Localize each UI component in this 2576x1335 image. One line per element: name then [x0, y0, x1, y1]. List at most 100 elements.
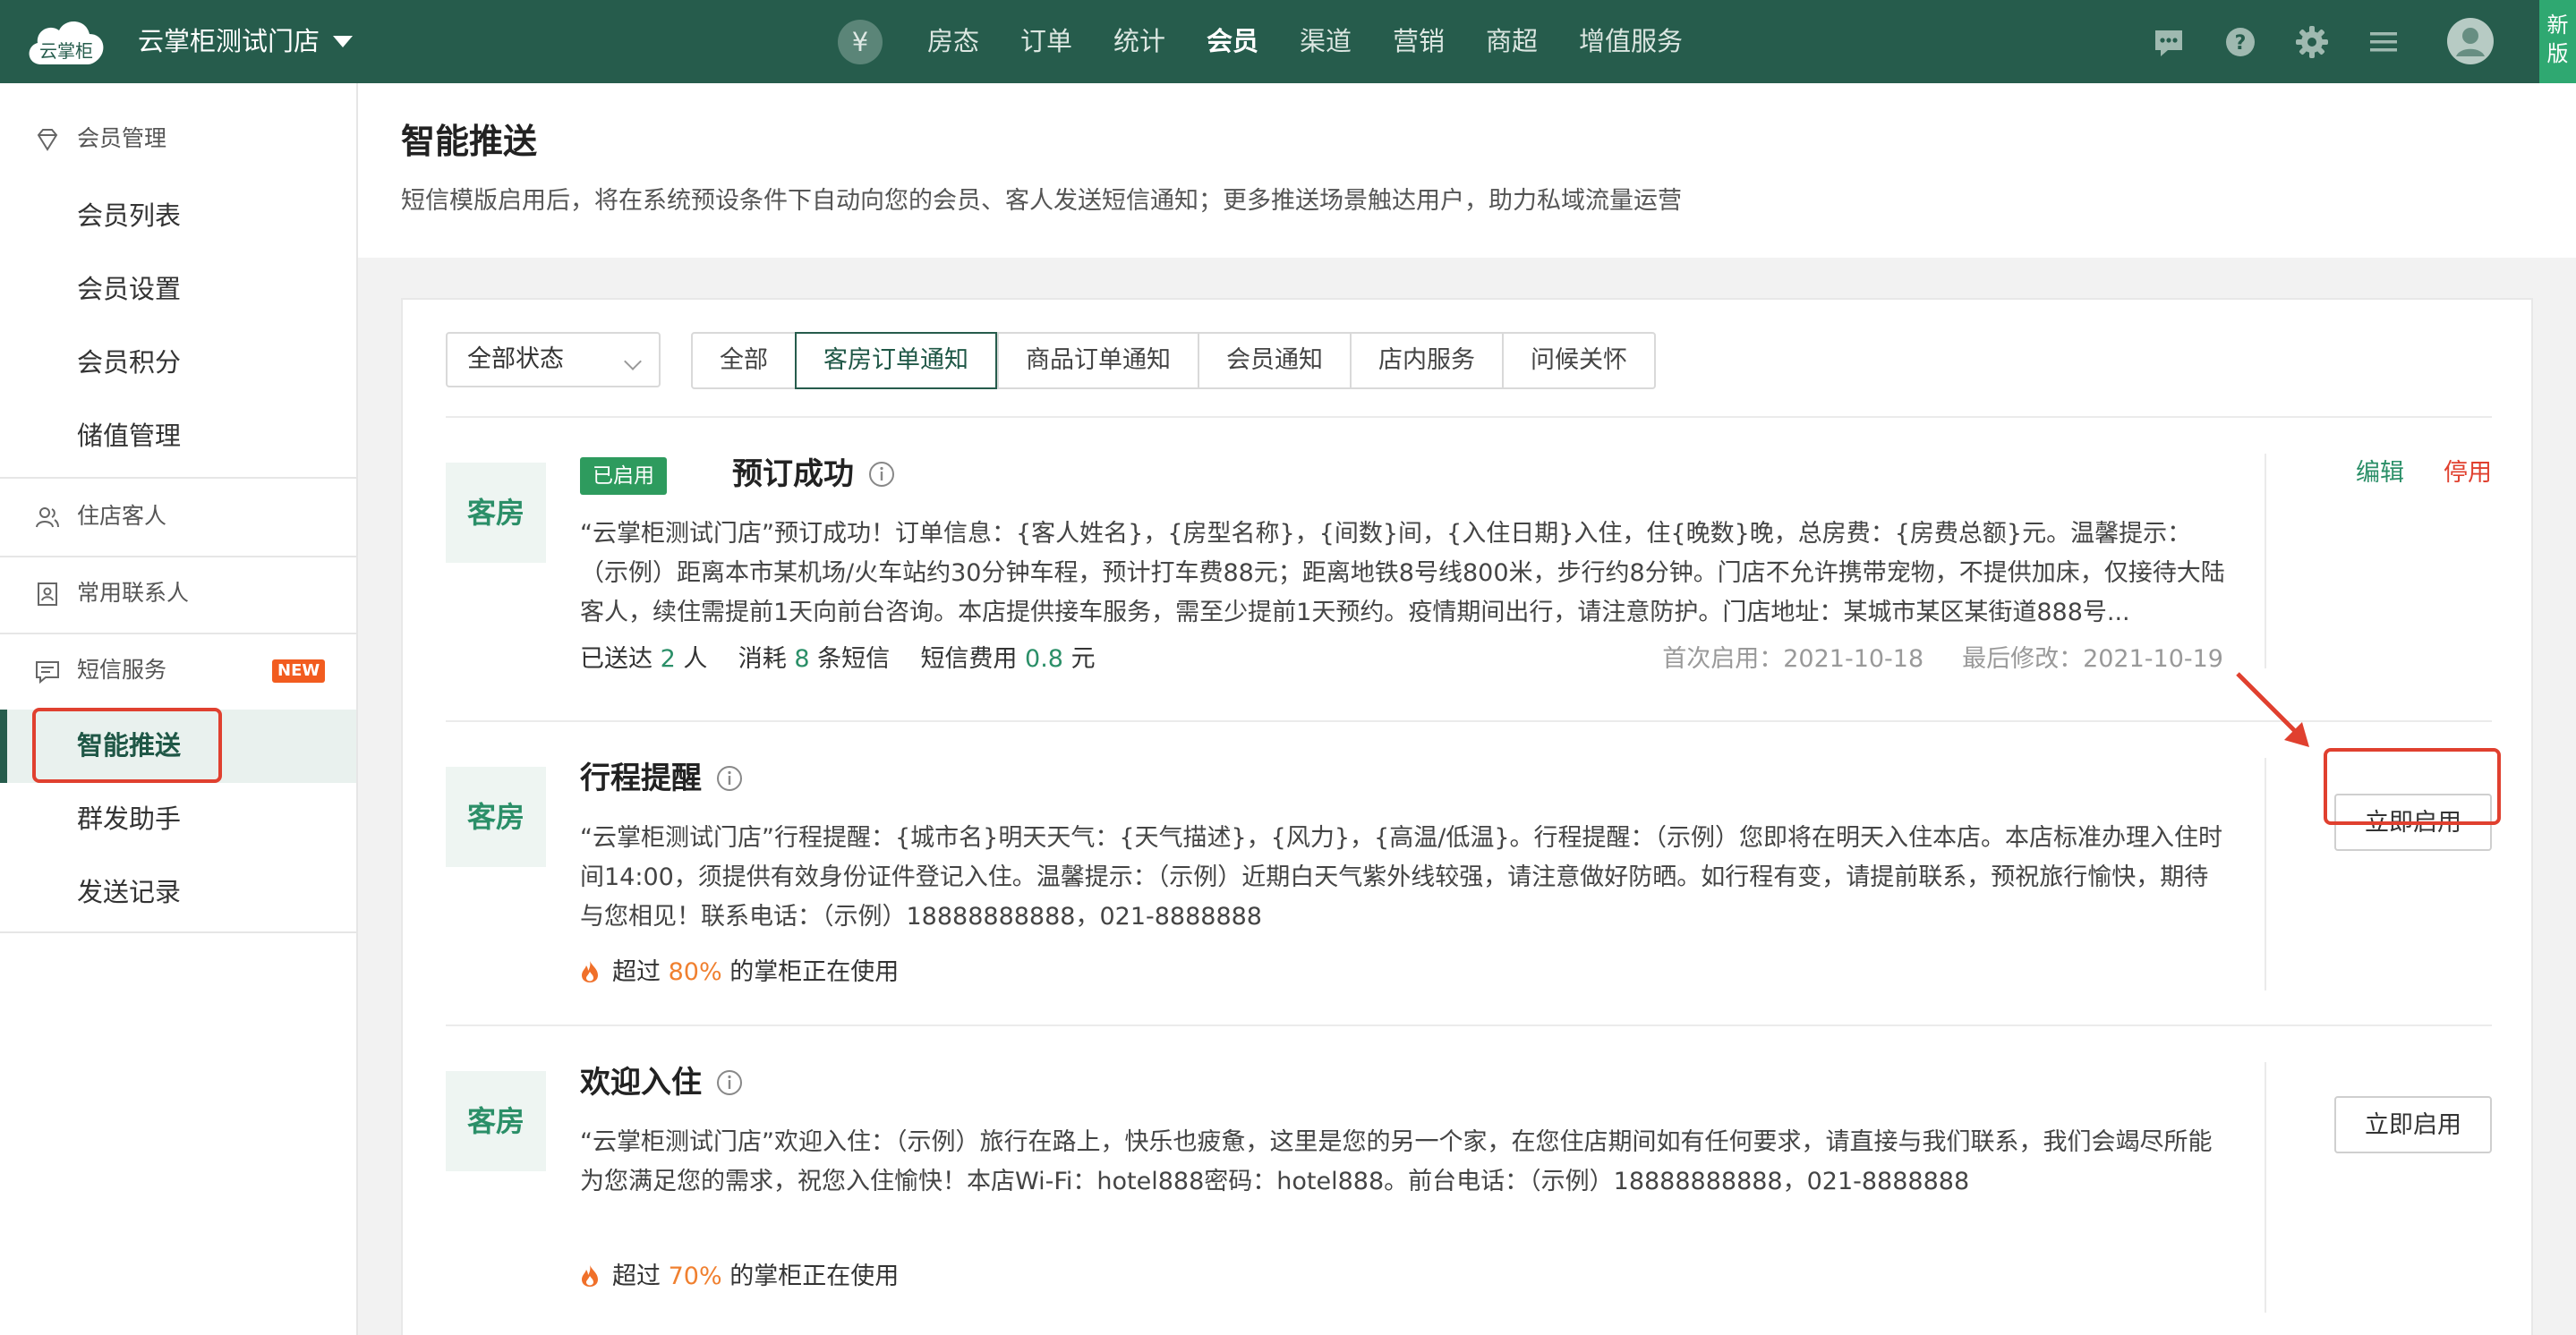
nav-value-added-services[interactable]: 增值服务: [1579, 23, 1683, 59]
nav-statistics[interactable]: 统计: [1113, 23, 1165, 59]
user-avatar-icon[interactable]: [2445, 16, 2495, 66]
svg-text:?: ?: [2235, 32, 2247, 55]
guest-icon: [36, 507, 59, 528]
template-item-trip-reminder: 客房 行程提醒 “云掌柜测试门店”行程提醒：{城市名}明天天气：{天气描述}，{…: [446, 758, 2492, 991]
sidebar-item-label: 会员列表: [77, 200, 182, 231]
new-version-switch[interactable]: 新版: [2539, 0, 2576, 83]
usage-prefix: 超过: [612, 1263, 661, 1290]
sidebar-item-send-records[interactable]: 发送记录: [0, 856, 356, 930]
sidebar-group-sms-service[interactable]: 短信服务 NEW: [0, 633, 356, 710]
room-type-tag: 客房: [446, 767, 546, 867]
fee-unit: 元: [1070, 645, 1096, 673]
column-divider: [2265, 758, 2266, 991]
annotation-arrow-icon: [2236, 672, 2309, 747]
store-name[interactable]: 云掌柜测试门店: [138, 23, 320, 59]
usage-percent: 80%: [668, 958, 722, 986]
store-switch-caret-icon[interactable]: [333, 36, 353, 47]
top-navigation-bar: 云掌柜 云掌柜测试门店 ¥ 房态 订单 统计 会员 渠道 营销 商超 增值服务 …: [0, 0, 2576, 83]
sidebar-item-label: 储值管理: [77, 421, 182, 451]
sidebar-item-in-house-guests[interactable]: 住店客人: [0, 479, 356, 556]
consume-count: 8: [794, 645, 810, 673]
sidebar-item-label: 常用联系人: [77, 580, 190, 606]
brand-logo-icon[interactable]: 云掌柜: [23, 11, 109, 72]
enabled-status-badge: 已启用: [580, 457, 667, 495]
category-tabs: 全部 客房订单通知 商品订单通知 会员通知 店内服务 问候关怀: [691, 332, 1656, 389]
usage-stat: 超过 80% 的掌柜正在使用: [580, 955, 899, 991]
nav-room-status[interactable]: 房态: [927, 23, 979, 59]
sidebar-item-label: 智能推送: [77, 730, 182, 761]
contact-card-icon: [38, 582, 57, 606]
diamond-icon: [37, 129, 58, 151]
template-content: “云掌柜测试门店”欢迎入住：（示例）旅行在路上，快乐也疲惫，这里是您的另一个家，…: [580, 1128, 2213, 1195]
usage-percent: 70%: [668, 1263, 722, 1290]
column-divider: [2265, 454, 2266, 668]
info-icon[interactable]: [716, 1069, 743, 1096]
sent-label: 已送达: [580, 645, 653, 673]
sidebar-group-member-management[interactable]: 会员管理: [0, 101, 356, 178]
template-list-card: 全部状态 全部 客房订单通知 商品订单通知 会员通知 店内服务 问候关怀 客房 …: [401, 298, 2533, 1335]
room-type-tag: 客房: [446, 1071, 546, 1171]
sidebar-group-label: 短信服务: [77, 657, 167, 683]
status-filter-value: 全部状态: [467, 345, 564, 373]
message-icon[interactable]: [2150, 23, 2188, 61]
tab-room-order-notice[interactable]: 客房订单通知: [795, 332, 997, 389]
template-content: “云掌柜测试门店”行程提醒：{城市名}明天天气：{天气描述}，{风力}，{高温/…: [580, 824, 2222, 931]
card-divider: [446, 416, 2492, 418]
sidebar-divider: [0, 931, 356, 933]
sidebar-item-bulk-send-assistant[interactable]: 群发助手: [0, 783, 356, 856]
svg-text:云掌柜: 云掌柜: [39, 40, 93, 62]
tab-in-store-service[interactable]: 店内服务: [1350, 334, 1502, 387]
usage-stat: 超过 70% 的掌柜正在使用: [580, 1259, 899, 1295]
usage-suffix: 的掌柜正在使用: [729, 958, 900, 986]
yen-icon[interactable]: ¥: [838, 20, 883, 64]
menu-icon[interactable]: [2365, 23, 2402, 61]
sidebar-item-label: 群发助手: [77, 804, 182, 834]
sidebar-item-frequent-contacts[interactable]: 常用联系人: [0, 556, 356, 633]
info-icon[interactable]: [868, 461, 895, 488]
help-icon[interactable]: ?: [2222, 23, 2259, 61]
nav-members[interactable]: 会员: [1207, 23, 1258, 59]
page-title: 智能推送: [401, 122, 538, 161]
info-icon[interactable]: [716, 765, 743, 792]
fee-value: 0.8: [1025, 645, 1063, 673]
status-filter-select[interactable]: 全部状态: [446, 332, 661, 387]
card-divider: [446, 1025, 2492, 1026]
template-name: 预订成功: [732, 456, 854, 492]
tab-all[interactable]: 全部: [693, 334, 795, 387]
sidebar-item-label: 会员积分: [77, 347, 182, 378]
sidebar-group-label: 会员管理: [77, 125, 167, 151]
nav-supermarket[interactable]: 商超: [1486, 23, 1538, 59]
template-item-booking-success: 客房 已启用 预订成功 “云掌柜测试门店”预订成功！订单信息：{客人姓名}，{房…: [446, 454, 2492, 673]
page-description: 短信模版启用后，将在系统预设条件下自动向您的会员、客人发送短信通知；更多推送场景…: [401, 187, 1682, 215]
sidebar: 会员管理 会员列表 会员设置 会员积分 储值管理 住店客人 常用联系人 短信服务…: [0, 83, 358, 1335]
sidebar-item-label: 会员设置: [77, 274, 182, 304]
active-indicator: [0, 710, 7, 783]
sidebar-item-smart-push[interactable]: 智能推送: [0, 710, 356, 783]
card-divider: [446, 720, 2492, 722]
column-divider: [2265, 1062, 2266, 1313]
disable-link[interactable]: 停用: [2444, 455, 2492, 491]
sidebar-item-label: 发送记录: [77, 877, 182, 907]
consume-label: 消耗: [738, 645, 787, 673]
enable-now-button[interactable]: 立即启用: [2334, 794, 2492, 851]
sidebar-item-member-settings[interactable]: 会员设置: [0, 253, 356, 327]
edit-link[interactable]: 编辑: [2356, 455, 2404, 491]
enable-now-button[interactable]: 立即启用: [2334, 1096, 2492, 1153]
nav-orders[interactable]: 订单: [1020, 23, 1072, 59]
nav-channels[interactable]: 渠道: [1300, 23, 1352, 59]
usage-suffix: 的掌柜正在使用: [729, 1263, 900, 1290]
sent-count: 2: [660, 645, 676, 673]
settings-icon[interactable]: [2293, 23, 2331, 61]
template-name: 行程提醒: [580, 761, 702, 796]
tab-member-notice[interactable]: 会员通知: [1198, 334, 1350, 387]
nav-marketing[interactable]: 营销: [1393, 23, 1445, 59]
sidebar-item-stored-value[interactable]: 储值管理: [0, 400, 356, 473]
tab-goods-order-notice[interactable]: 商品订单通知: [997, 334, 1198, 387]
sent-unit: 人: [683, 645, 708, 673]
tab-greeting-care[interactable]: 问候关怀: [1502, 334, 1654, 387]
room-type-tag: 客房: [446, 463, 546, 563]
template-dates: 首次启用：2021-10-18 最后修改：2021-10-19: [1662, 642, 2223, 677]
sidebar-item-member-points[interactable]: 会员积分: [0, 327, 356, 400]
chevron-down-icon: [624, 353, 642, 370]
sidebar-item-member-list[interactable]: 会员列表: [0, 180, 356, 253]
